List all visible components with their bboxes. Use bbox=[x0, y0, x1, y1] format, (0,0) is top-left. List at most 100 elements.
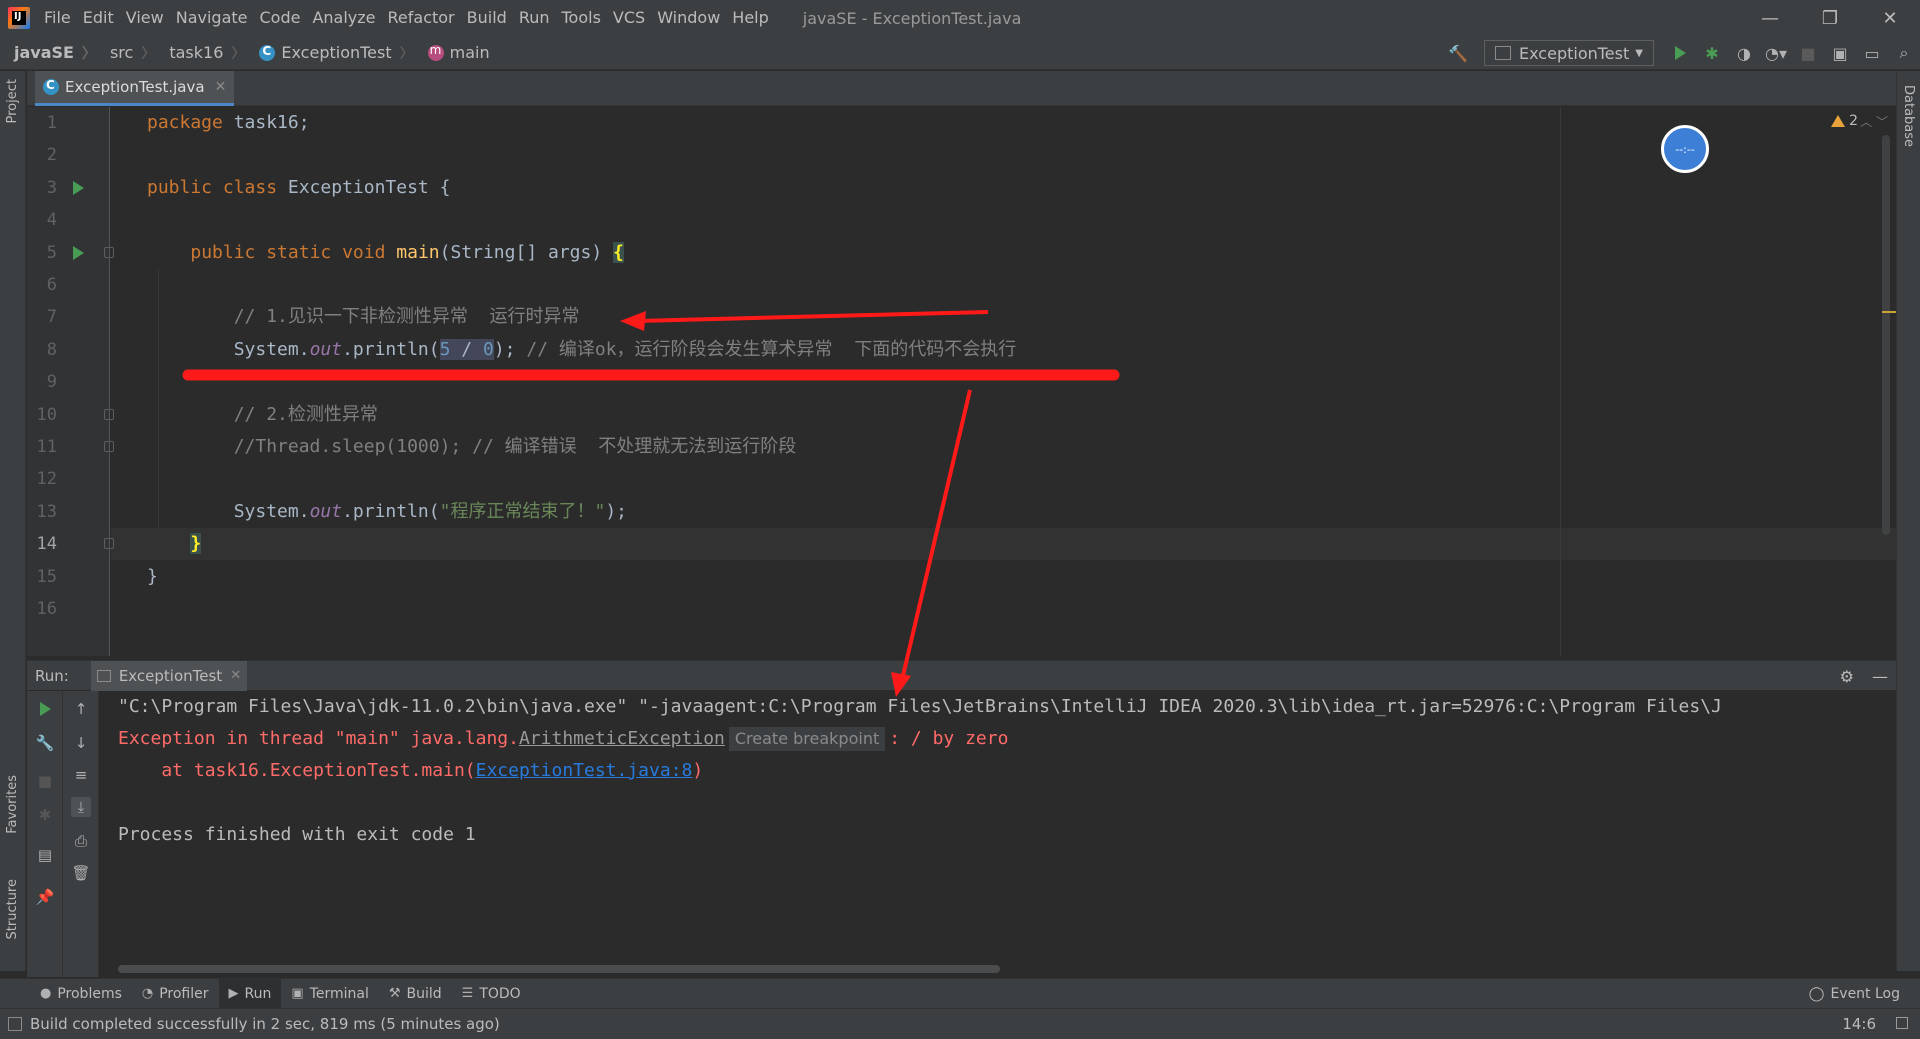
tab-profiler[interactable]: ◔ Profiler bbox=[132, 979, 219, 1009]
menu-view[interactable]: View bbox=[120, 0, 170, 36]
restore-button[interactable]: ❐ bbox=[1800, 0, 1860, 36]
stop-icon[interactable]: ■ bbox=[1792, 36, 1824, 70]
code-editor[interactable]: 1 2 3 4 5 6 7 8 9 10 11 12 13 14 15 16 p… bbox=[27, 107, 1896, 656]
close-window-button[interactable]: ✕ bbox=[1860, 0, 1920, 36]
menu-help[interactable]: Help bbox=[726, 0, 774, 36]
tab-problems[interactable]: ● Problems bbox=[30, 979, 132, 1009]
lock-icon[interactable] bbox=[1896, 1017, 1908, 1029]
warning-icon bbox=[1831, 115, 1846, 127]
run-class-icon[interactable] bbox=[73, 180, 84, 195]
chevron-up-down-icon[interactable]: ︿ ﹀ bbox=[1860, 113, 1888, 130]
database-tool-tab[interactable]: Database bbox=[1901, 85, 1916, 147]
soft-wrap-icon[interactable]: ≡ bbox=[71, 765, 91, 785]
hammer-icon: ⚒ bbox=[388, 986, 401, 1001]
console-horizontal-scrollbar[interactable] bbox=[118, 965, 1000, 973]
run-console[interactable]: "C:\Program Files\Java\jdk-11.0.2\bin\ja… bbox=[100, 691, 1896, 977]
search-icon[interactable]: ⌕ bbox=[1888, 36, 1920, 70]
warnings-indicator[interactable]: 2 bbox=[1831, 113, 1858, 129]
structure-tool-tab[interactable]: Structure bbox=[5, 879, 20, 939]
menu-vcs[interactable]: VCS bbox=[607, 0, 651, 36]
menu-tools[interactable]: Tools bbox=[556, 0, 607, 36]
debug-icon[interactable]: ✱ bbox=[35, 805, 55, 825]
rerun-icon[interactable] bbox=[35, 699, 55, 719]
run-method-icon[interactable] bbox=[73, 245, 84, 260]
run-config-icon bbox=[96, 669, 111, 682]
warning-marker[interactable] bbox=[1882, 311, 1896, 313]
exception-class-link[interactable]: ArithmeticException bbox=[519, 728, 725, 749]
menu-window[interactable]: Window bbox=[651, 0, 726, 36]
caret-position[interactable]: 14:6 bbox=[1842, 1009, 1876, 1039]
trash-icon[interactable]: 🗑 bbox=[71, 863, 91, 883]
tool-windows-icon[interactable] bbox=[8, 1017, 22, 1031]
method-icon bbox=[427, 43, 444, 61]
gutter-line: 6 bbox=[46, 275, 57, 295]
event-log-button[interactable]: ◯ Event Log bbox=[1809, 979, 1900, 1009]
source-location-link[interactable]: ExceptionTest.java:8 bbox=[476, 760, 693, 781]
breadcrumb-class[interactable]: ExceptionTest 〉 bbox=[245, 43, 414, 63]
code-line-8: System.out.println(5 / 0); // 编译ok，运行阶段会… bbox=[147, 338, 1017, 360]
editor-gutter[interactable]: 1 2 3 4 5 6 7 8 9 10 11 12 13 14 15 16 bbox=[27, 107, 114, 656]
wrench-icon[interactable]: 🔧 bbox=[35, 733, 55, 753]
print-icon[interactable]: ⎙ bbox=[71, 831, 91, 851]
menu-build[interactable]: Build bbox=[461, 0, 513, 36]
tab-todo-label: TODO bbox=[479, 985, 521, 1002]
arrow-up-icon[interactable]: ↑ bbox=[71, 699, 91, 719]
editor-tab-bar: ExceptionTest.java ✕ bbox=[27, 71, 1896, 106]
breadcrumb-src[interactable]: src 〉 bbox=[96, 43, 155, 63]
tab-build[interactable]: ⚒ Build bbox=[379, 979, 452, 1009]
code-line-15: } bbox=[147, 565, 158, 587]
gutter-line: 15 bbox=[36, 566, 57, 587]
run-icon[interactable] bbox=[1664, 36, 1696, 70]
close-icon[interactable]: ✕ bbox=[215, 79, 227, 95]
favorites-tool-tab[interactable]: Favorites bbox=[5, 775, 20, 834]
build-hammer-icon[interactable]: 🔨 bbox=[1442, 36, 1474, 70]
scroll-to-end-icon[interactable]: ⤓ bbox=[71, 797, 91, 817]
layout-icon[interactable]: ▭ bbox=[1856, 36, 1888, 70]
status-message: Build completed successfully in 2 sec, 8… bbox=[30, 1015, 500, 1033]
menu-refactor[interactable]: Refactor bbox=[382, 0, 461, 36]
code-line-14: } bbox=[190, 533, 202, 555]
pin-icon[interactable]: 📌 bbox=[35, 887, 55, 907]
menu-run[interactable]: Run bbox=[513, 0, 556, 36]
run-tab-exceptiontest[interactable]: ExceptionTest ✕ bbox=[90, 660, 248, 691]
debug-icon[interactable]: ✱ bbox=[1696, 36, 1728, 70]
list-icon: ☰ bbox=[461, 986, 474, 1001]
tab-run[interactable]: ▶ Run bbox=[218, 978, 282, 1009]
editor-tab-exceptiontest[interactable]: ExceptionTest.java ✕ bbox=[35, 71, 235, 106]
run-tool-window-header: Run: ExceptionTest ✕ ⚙ — bbox=[27, 660, 1896, 691]
tab-profiler-label: Profiler bbox=[159, 985, 209, 1002]
floating-assistant-icon[interactable]: --:-- bbox=[1661, 125, 1709, 173]
run-configuration-select[interactable]: ExceptionTest ▼ bbox=[1484, 40, 1654, 66]
arrow-down-icon[interactable]: ↓ bbox=[71, 733, 91, 753]
menu-navigate[interactable]: Navigate bbox=[170, 0, 254, 36]
create-breakpoint-tooltip[interactable]: Create breakpoint bbox=[728, 727, 886, 751]
project-tool-tab[interactable]: Project bbox=[5, 79, 20, 123]
tab-problems-label: Problems bbox=[57, 985, 122, 1002]
menu-file[interactable]: File bbox=[38, 0, 77, 36]
tab-terminal[interactable]: ▣ Terminal bbox=[281, 979, 378, 1009]
menu-analyze[interactable]: Analyze bbox=[306, 0, 381, 36]
coverage-icon[interactable]: ◑ bbox=[1728, 36, 1760, 70]
terminal-icon: ▣ bbox=[291, 986, 304, 1001]
gutter-line: 16 bbox=[36, 599, 57, 619]
close-icon[interactable]: ✕ bbox=[230, 668, 241, 683]
stop-icon[interactable]: ■ bbox=[35, 771, 55, 791]
breadcrumb-method[interactable]: main bbox=[414, 43, 490, 62]
menu-code[interactable]: Code bbox=[254, 0, 307, 36]
editor-scrollbar[interactable] bbox=[1882, 135, 1890, 535]
breadcrumb-project[interactable]: javaSE 〉 bbox=[0, 43, 96, 63]
project-structure-icon[interactable]: ▣ bbox=[1824, 36, 1856, 70]
gutter-line: 9 bbox=[46, 372, 57, 393]
run-toolbar-primary: 🔧 ■ ✱ ▤ 📌 bbox=[27, 691, 63, 977]
minimize-button[interactable]: — bbox=[1740, 0, 1800, 36]
code-area[interactable]: package task16; public class ExceptionTe… bbox=[111, 107, 1891, 656]
event-log-label: Event Log bbox=[1830, 986, 1900, 1002]
layout-icon[interactable]: ▤ bbox=[35, 845, 55, 865]
tab-todo[interactable]: ☰ TODO bbox=[452, 979, 531, 1009]
breadcrumb-package[interactable]: task16 〉 bbox=[155, 43, 245, 63]
hide-panel-icon[interactable]: — bbox=[1872, 667, 1888, 686]
profile-icon[interactable]: ◔▾ bbox=[1760, 36, 1792, 70]
gear-icon[interactable]: ⚙ bbox=[1840, 667, 1854, 686]
menu-edit[interactable]: Edit bbox=[77, 0, 120, 36]
chevron-right-icon: 〉 bbox=[399, 45, 414, 62]
